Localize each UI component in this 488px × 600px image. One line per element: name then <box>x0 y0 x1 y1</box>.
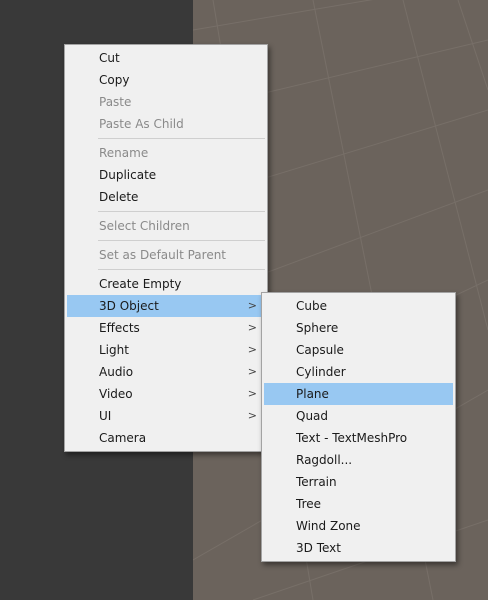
menu-item-label: Cut <box>99 51 120 65</box>
menu-item-label: Paste <box>99 95 132 109</box>
menu-item-label: Effects <box>99 321 140 335</box>
menu-separator <box>98 138 265 139</box>
menu-item-label: 3D Object <box>99 299 159 313</box>
menu-item-label: Ragdoll... <box>296 453 353 467</box>
chevron-right-icon: > <box>247 365 257 378</box>
submenu-item-plane[interactable]: Plane <box>264 383 453 405</box>
menu-item-label: Terrain <box>296 475 337 489</box>
menu-item-label: Create Empty <box>99 277 182 291</box>
menu-item-label: Duplicate <box>99 168 157 182</box>
menu-item-paste[interactable]: Paste <box>67 91 265 113</box>
menu-item-select-children[interactable]: Select Children <box>67 215 265 237</box>
menu-item-label: Sphere <box>296 321 339 335</box>
menu-item-label: Select Children <box>99 219 190 233</box>
menu-item-ui[interactable]: UI > <box>67 405 265 427</box>
menu-item-label: Video <box>99 387 133 401</box>
menu-separator <box>98 211 265 212</box>
menu-item-light[interactable]: Light > <box>67 339 265 361</box>
menu-separator <box>98 240 265 241</box>
submenu-item-quad[interactable]: Quad <box>264 405 453 427</box>
menu-item-3d-object[interactable]: 3D Object > <box>67 295 265 317</box>
menu-item-label: Set as Default Parent <box>99 248 227 262</box>
chevron-right-icon: > <box>247 343 257 356</box>
menu-item-effects[interactable]: Effects > <box>67 317 265 339</box>
menu-item-label: Wind Zone <box>296 519 361 533</box>
menu-item-delete[interactable]: Delete <box>67 186 265 208</box>
menu-item-label: Rename <box>99 146 149 160</box>
menu-item-label: Light <box>99 343 129 357</box>
menu-item-label: Text - TextMeshPro <box>296 431 408 445</box>
menu-item-label: Quad <box>296 409 329 423</box>
menu-separator <box>98 269 265 270</box>
context-menu: Cut Copy Paste Paste As Child Rename Dup… <box>64 44 268 452</box>
menu-item-label: Audio <box>99 365 134 379</box>
chevron-right-icon: > <box>247 321 257 334</box>
submenu-item-3d-text[interactable]: 3D Text <box>264 537 453 559</box>
menu-item-label: Capsule <box>296 343 344 357</box>
submenu-item-capsule[interactable]: Capsule <box>264 339 453 361</box>
submenu-item-cube[interactable]: Cube <box>264 295 453 317</box>
menu-item-label: Cube <box>296 299 327 313</box>
menu-item-set-default-parent[interactable]: Set as Default Parent <box>67 244 265 266</box>
menu-item-camera[interactable]: Camera <box>67 427 265 449</box>
menu-item-label: Camera <box>99 431 147 445</box>
menu-item-label: 3D Text <box>296 541 341 555</box>
menu-item-label: Plane <box>296 387 329 401</box>
menu-item-label: Tree <box>296 497 322 511</box>
menu-item-audio[interactable]: Audio > <box>67 361 265 383</box>
menu-item-cut[interactable]: Cut <box>67 47 265 69</box>
menu-item-paste-as-child[interactable]: Paste As Child <box>67 113 265 135</box>
menu-item-label: UI <box>99 409 112 423</box>
menu-item-label: Delete <box>99 190 139 204</box>
menu-item-duplicate[interactable]: Duplicate <box>67 164 265 186</box>
chevron-right-icon: > <box>247 409 257 422</box>
submenu-item-tree[interactable]: Tree <box>264 493 453 515</box>
submenu-3d-object: Cube Sphere Capsule Cylinder Plane Quad … <box>261 292 456 562</box>
menu-item-video[interactable]: Video > <box>67 383 265 405</box>
submenu-item-sphere[interactable]: Sphere <box>264 317 453 339</box>
menu-item-rename[interactable]: Rename <box>67 142 265 164</box>
chevron-right-icon: > <box>247 299 257 312</box>
menu-item-copy[interactable]: Copy <box>67 69 265 91</box>
submenu-item-wind-zone[interactable]: Wind Zone <box>264 515 453 537</box>
menu-item-label: Cylinder <box>296 365 346 379</box>
submenu-item-cylinder[interactable]: Cylinder <box>264 361 453 383</box>
menu-item-label: Paste As Child <box>99 117 184 131</box>
submenu-item-terrain[interactable]: Terrain <box>264 471 453 493</box>
menu-item-create-empty[interactable]: Create Empty <box>67 273 265 295</box>
submenu-item-text-meshpro[interactable]: Text - TextMeshPro <box>264 427 453 449</box>
menu-item-label: Copy <box>99 73 130 87</box>
submenu-item-ragdoll[interactable]: Ragdoll... <box>264 449 453 471</box>
chevron-right-icon: > <box>247 387 257 400</box>
